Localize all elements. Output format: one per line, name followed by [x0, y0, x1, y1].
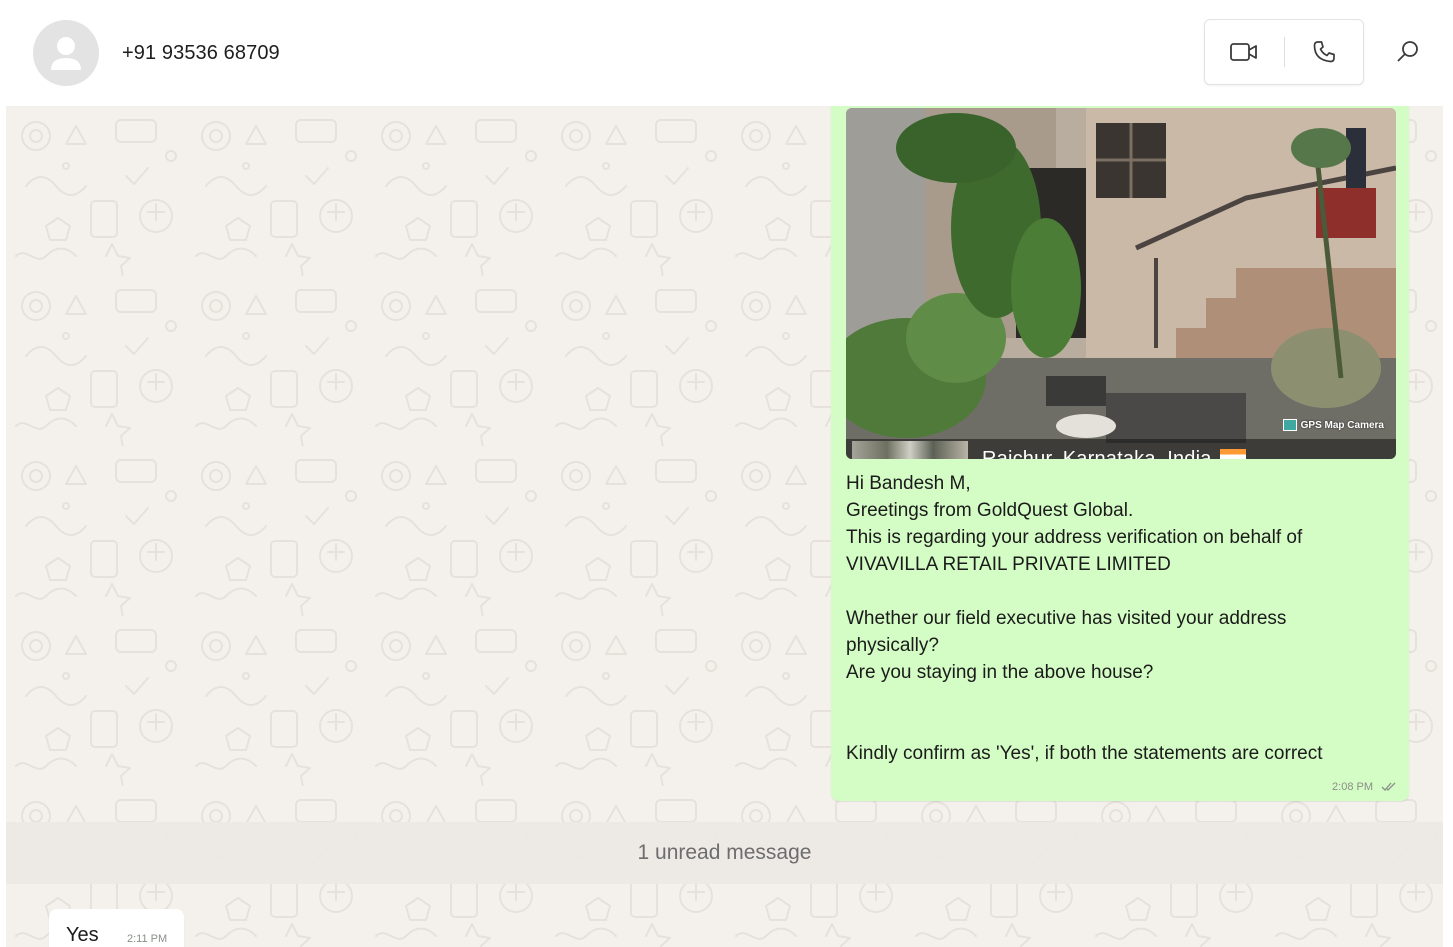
search-icon [1397, 41, 1418, 62]
location-label: Raichur, Karnataka, India [982, 448, 1246, 459]
message-line-blank [846, 578, 1391, 605]
message-line: This is regarding your address verificat… [846, 527, 1303, 548]
message-line-blank [846, 713, 1391, 740]
attached-photo[interactable]: GPS Map Camera Raichur, Karnataka, India [846, 108, 1396, 459]
chat-header: +91 93536 68709 [0, 0, 1453, 106]
message-line: VIVAVILLA RETAIL PRIVATE LIMITED [846, 554, 1171, 575]
gps-camera-label: GPS Map Camera [1300, 419, 1384, 431]
user-placeholder-icon [51, 37, 81, 70]
gps-camera-icon [1282, 419, 1297, 431]
incoming-message-time: 2:11 PM [127, 933, 168, 945]
search-button[interactable] [1388, 34, 1428, 70]
gps-camera-watermark: GPS Map Camera [1282, 419, 1384, 431]
avatar[interactable] [33, 20, 99, 86]
house-photo-image [846, 108, 1396, 459]
call-button-group [1204, 19, 1364, 85]
incoming-message-bubble[interactable]: Yes 2:11 PM [49, 909, 184, 947]
message-meta: 2:08 PM [1332, 781, 1397, 793]
video-call-button[interactable] [1205, 20, 1284, 84]
message-line: Whether our field executive has visited … [846, 608, 1287, 629]
message-line: Hi Bandesh M, [846, 473, 971, 494]
message-line: physically? [846, 635, 939, 656]
video-camera-icon [1230, 43, 1258, 61]
message-line: Are you staying in the above house? [846, 662, 1154, 683]
outgoing-message-bubble[interactable]: GPS Map Camera Raichur, Karnataka, India… [831, 106, 1409, 801]
message-time: 2:08 PM [1332, 781, 1373, 793]
map-thumbnail [852, 441, 968, 459]
message-line-blank [846, 686, 1391, 713]
voice-call-button[interactable] [1285, 20, 1364, 84]
incoming-message-text: Yes [66, 924, 99, 946]
whatsapp-chat-window: +91 93536 68709 GPS Map Camera Raichur, … [0, 0, 1453, 947]
india-flag-icon [1219, 448, 1246, 459]
unread-messages-divider: 1 unread message [6, 822, 1443, 884]
chat-area[interactable]: GPS Map Camera Raichur, Karnataka, India… [6, 106, 1443, 947]
message-text: Hi Bandesh M, Greetings from GoldQuest G… [846, 470, 1391, 767]
contact-name[interactable]: +91 93536 68709 [122, 42, 280, 65]
phone-icon [1313, 41, 1335, 63]
double-check-icon [1381, 782, 1396, 791]
message-line: Greetings from GoldQuest Global. [846, 500, 1134, 521]
message-line: Kindly confirm as 'Yes', if both the sta… [846, 743, 1323, 764]
